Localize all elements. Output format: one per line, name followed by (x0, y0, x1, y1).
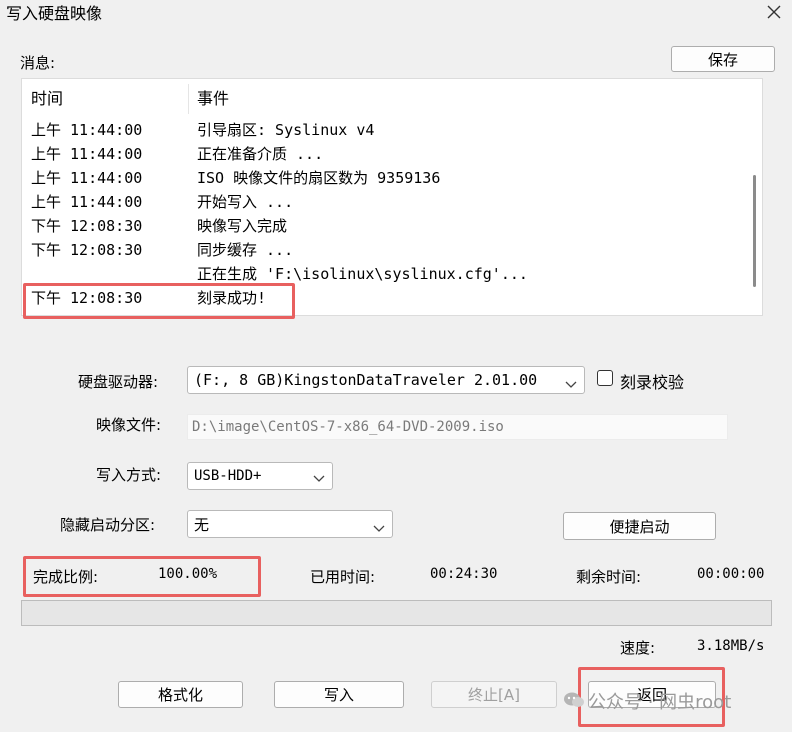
window-title: 写入硬盘映像 (6, 4, 103, 23)
column-divider (188, 84, 189, 114)
progress-bar (21, 600, 772, 626)
drive-select-value: (F:, 8 GB)KingstonDataTraveler 2.01.00 (194, 371, 538, 389)
chevron-down-icon (312, 471, 326, 482)
remaining-label: 剩余时间: (576, 568, 642, 586)
highlight-success-row (23, 283, 295, 319)
format-button[interactable]: 格式化 (118, 681, 243, 708)
messages-label: 消息: (20, 54, 56, 72)
image-file-field: D:\image\CentOS-7-x86_64-DVD-2009.iso (187, 414, 728, 440)
write-mode-label: 写入方式: (96, 466, 162, 484)
write-mode-select-value: USB-HDD+ (194, 468, 262, 484)
close-icon[interactable] (764, 2, 784, 22)
speed-label: 速度: (620, 639, 656, 657)
verify-label: 刻录校验 (620, 373, 685, 392)
watermark-text: 公众号 · 网虫root (588, 692, 732, 713)
column-header-time[interactable]: 时间 (31, 85, 63, 109)
hidden-partition-select-value: 无 (194, 515, 210, 534)
remaining-value: 00:00:00 (697, 566, 765, 582)
drive-label: 硬盘驱动器: (78, 373, 159, 391)
drive-select[interactable]: (F:, 8 GB)KingstonDataTraveler 2.01.00 (187, 366, 585, 394)
stop-button[interactable]: 终止[A] (431, 681, 557, 708)
column-header-event[interactable]: 事件 (197, 85, 229, 109)
highlight-percent (23, 556, 261, 597)
message-list[interactable]: 时间 事件 上午 11:44:00 引导扇区: Syslinux v4 上午 11… (21, 78, 763, 316)
elapsed-value: 00:24:30 (430, 566, 498, 582)
hidden-partition-select[interactable]: 无 (187, 510, 393, 538)
speed-value: 3.18MB/s (697, 638, 765, 654)
save-button[interactable]: 保存 (671, 46, 775, 72)
verify-checkbox[interactable] (597, 370, 613, 386)
chevron-down-icon (372, 519, 386, 532)
chevron-down-icon (564, 375, 578, 388)
wechat-icon (563, 690, 585, 710)
progress-bar-fill (22, 601, 771, 625)
vertical-scrollbar-thumb[interactable] (753, 175, 756, 287)
quick-boot-button[interactable]: 便捷启动 (563, 512, 716, 540)
hidden-partition-label: 隐藏启动分区: (60, 516, 156, 534)
write-mode-select[interactable]: USB-HDD+ (187, 462, 333, 490)
elapsed-label: 已用时间: (310, 568, 376, 586)
write-button[interactable]: 写入 (274, 681, 404, 708)
image-file-label: 映像文件: (96, 416, 162, 434)
vertical-scrollbar[interactable] (748, 79, 762, 315)
